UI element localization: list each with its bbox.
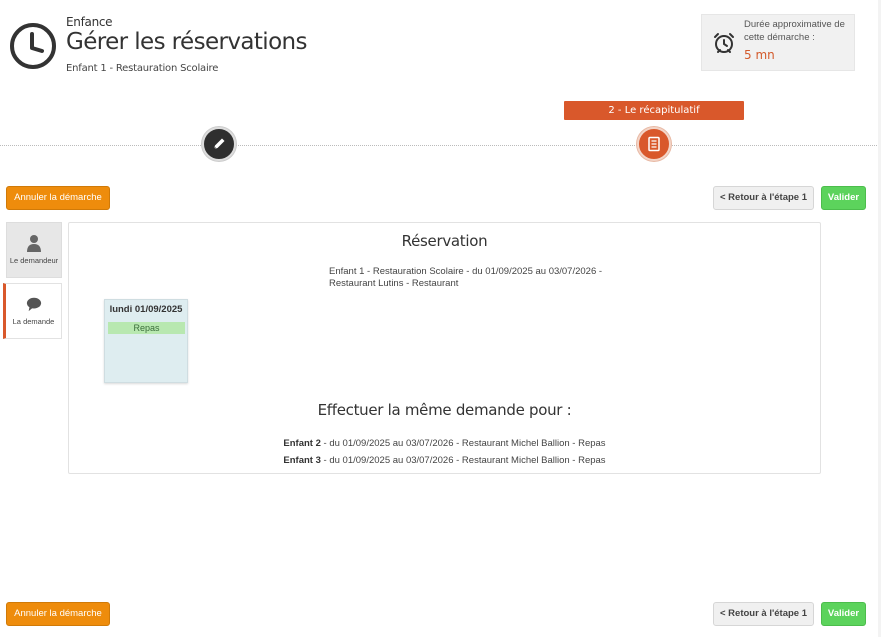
reservation-description: Enfant 1 - Restauration Scolaire - du 01… — [329, 266, 603, 289]
same-request-details: - du 01/09/2025 au 03/07/2026 - Restaura… — [320, 455, 606, 466]
pencil-icon — [213, 138, 225, 150]
alarm-clock-icon — [714, 33, 734, 53]
duration-label: Durée approximative de cette démarche : — [744, 19, 845, 43]
step-1-edit[interactable] — [202, 127, 236, 161]
same-request-row: Enfant 3 - du 01/09/2025 au 03/07/2026 -… — [69, 455, 820, 466]
sidebar-item-label: Le demandeur — [9, 256, 59, 265]
cancel-button-bottom[interactable]: Annuler la démarche — [6, 602, 110, 626]
cancel-button-top[interactable]: Annuler la démarche — [6, 186, 110, 210]
clock-icon — [10, 23, 56, 69]
user-icon — [27, 235, 41, 252]
sidebar-item-demandeur[interactable]: Le demandeur — [6, 222, 62, 278]
day-card: lundi 01/09/2025 Repas — [104, 299, 188, 383]
child-name: Enfant 2 — [283, 438, 321, 449]
back-button-top[interactable]: < Retour à l'étape 1 — [713, 186, 814, 210]
document-icon — [648, 136, 660, 152]
step-2-summary[interactable] — [637, 127, 671, 161]
category-label: Enfance — [66, 15, 113, 29]
duration-value: 5 mn — [744, 48, 775, 62]
same-request-row: Enfant 2 - du 01/09/2025 au 03/07/2026 -… — [69, 438, 820, 449]
day-date: lundi 01/09/2025 — [109, 304, 183, 315]
steps-progress-line — [0, 145, 881, 146]
page-subtitle: Enfant 1 - Restauration Scolaire — [66, 63, 219, 74]
speech-bubble-icon — [26, 297, 41, 312]
validate-button-bottom[interactable]: Valider — [821, 602, 866, 626]
meal-badge: Repas — [108, 322, 185, 334]
summary-panel: Réservation Enfant 1 - Restauration Scol… — [68, 222, 821, 474]
duration-box: Durée approximative de cette démarche : … — [701, 14, 855, 71]
child-name: Enfant 3 — [283, 455, 321, 466]
validate-button-top[interactable]: Valider — [821, 186, 866, 210]
panel-title: Réservation — [401, 232, 488, 250]
page-title: Gérer les réservations — [66, 29, 308, 55]
sidebar-item-label: La demande — [12, 317, 55, 326]
sidebar-item-demande[interactable]: La demande — [3, 283, 62, 339]
same-request-details: - du 01/09/2025 au 03/07/2026 - Restaura… — [320, 438, 606, 449]
back-button-bottom[interactable]: < Retour à l'étape 1 — [713, 602, 814, 626]
same-request-title: Effectuer la même demande pour : — [317, 401, 572, 419]
current-step-banner: 2 - Le récapitulatif — [564, 101, 744, 120]
